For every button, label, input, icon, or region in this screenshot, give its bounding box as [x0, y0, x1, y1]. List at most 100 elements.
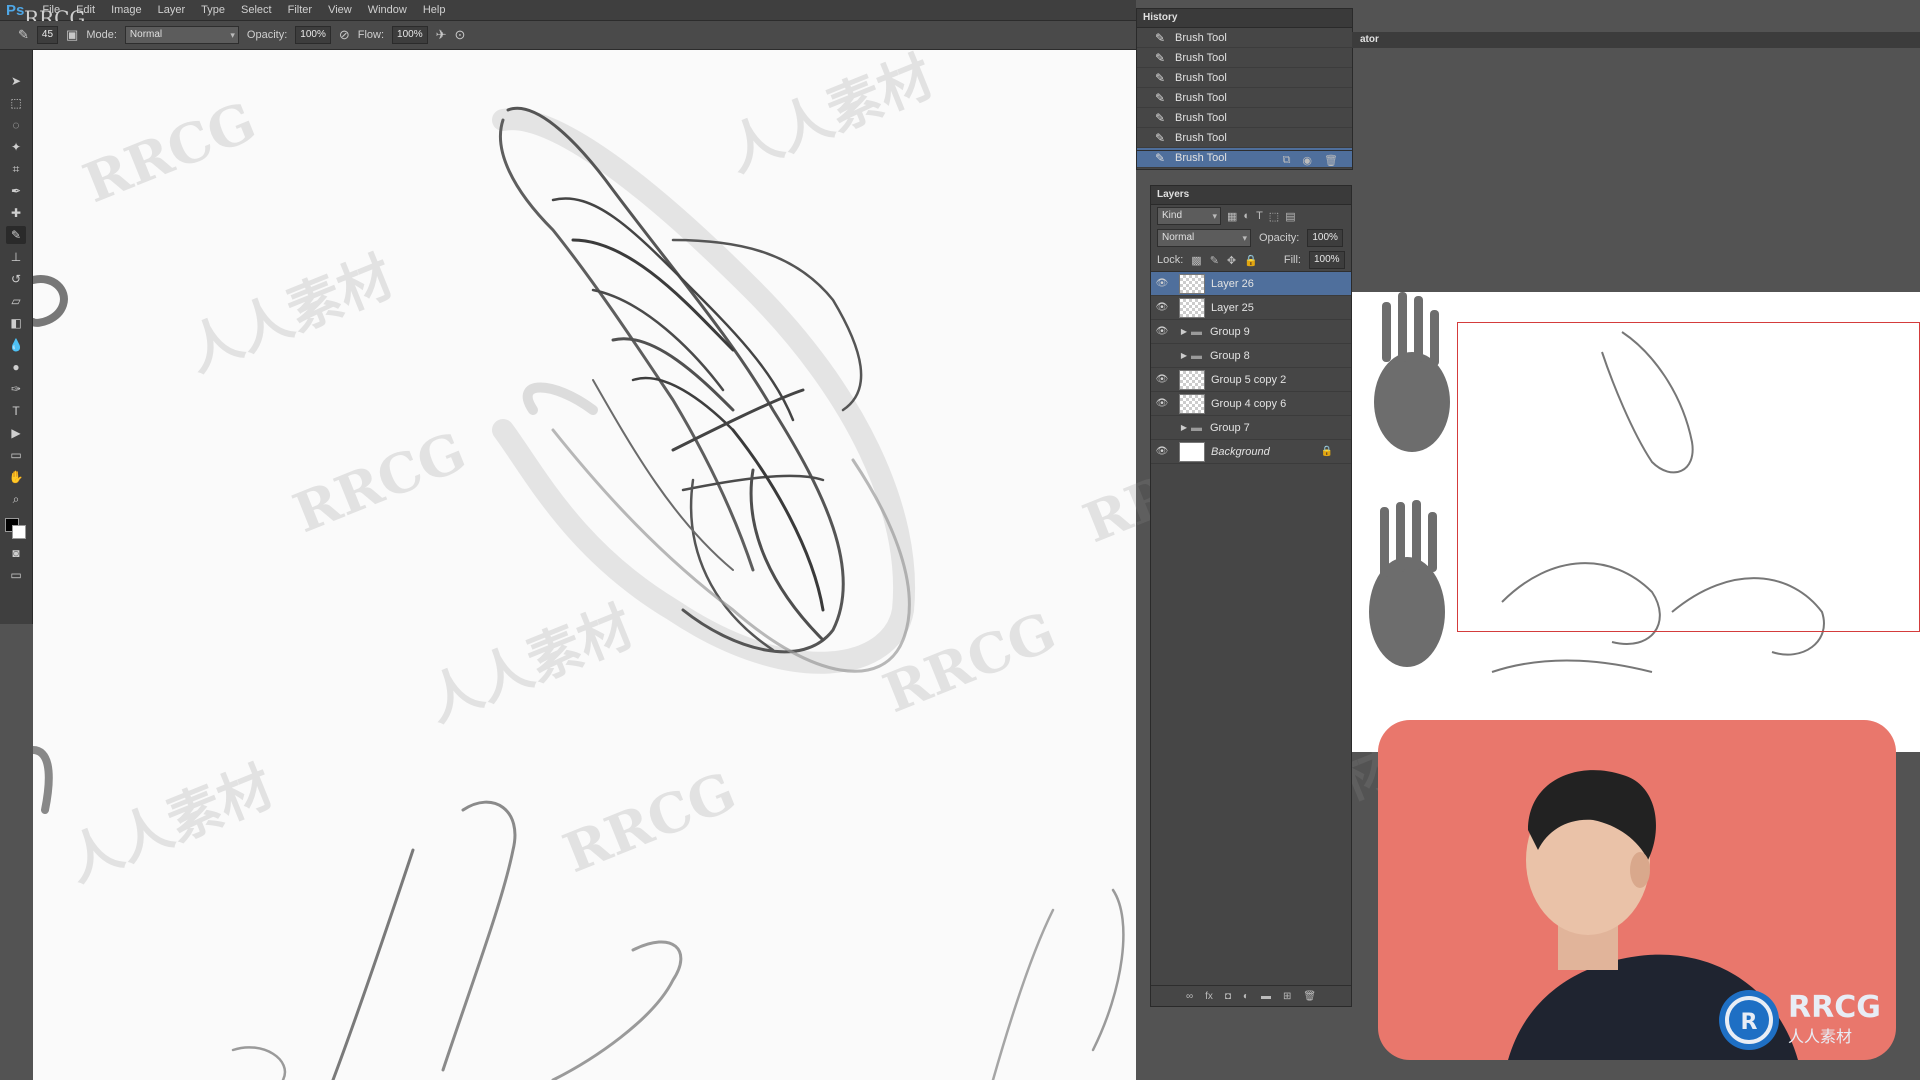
- menu-view[interactable]: View: [320, 4, 360, 16]
- layer-group-row[interactable]: 👁 ▶ ▬ Group 9: [1151, 320, 1351, 344]
- airbrush-icon[interactable]: ✈: [436, 27, 447, 43]
- menu-layer[interactable]: Layer: [150, 4, 194, 16]
- document-canvas[interactable]: [33, 50, 1136, 1080]
- layer-name[interactable]: Group 9: [1210, 326, 1250, 338]
- navigator-panel-title[interactable]: ator: [1352, 32, 1920, 48]
- menu-filter[interactable]: Filter: [280, 4, 320, 16]
- expand-arrow-icon[interactable]: ▶: [1177, 423, 1191, 432]
- background-color-swatch[interactable]: [12, 525, 26, 539]
- layer-group-row[interactable]: ▶ ▬ Group 8: [1151, 344, 1351, 368]
- lock-all-icon[interactable]: 🔒: [1244, 254, 1258, 267]
- new-snapshot-icon[interactable]: ◉: [1302, 154, 1312, 167]
- navigator-preview[interactable]: [1352, 292, 1920, 752]
- expand-arrow-icon[interactable]: ▶: [1177, 327, 1191, 336]
- menu-type[interactable]: Type: [193, 4, 233, 16]
- pressure-opacity-icon[interactable]: ⊘: [339, 27, 350, 43]
- new-document-from-state-icon[interactable]: ⧉: [1283, 154, 1291, 167]
- menu-image[interactable]: Image: [103, 4, 150, 16]
- dodge-tool-icon[interactable]: ●: [6, 358, 26, 376]
- layer-name[interactable]: Layer 25: [1211, 302, 1254, 314]
- adjustment-layer-icon[interactable]: ◐: [1243, 991, 1249, 1002]
- history-brush-tool-icon[interactable]: ↺: [6, 270, 26, 288]
- layer-kind-filter[interactable]: Kind: [1157, 207, 1221, 225]
- type-filter-icon[interactable]: T: [1256, 210, 1263, 222]
- menu-select[interactable]: Select: [233, 4, 280, 16]
- eraser-tool-icon[interactable]: ▱: [6, 292, 26, 310]
- layer-row[interactable]: 👁 Group 5 copy 2: [1151, 368, 1351, 392]
- lock-transparent-icon[interactable]: ▩: [1191, 254, 1201, 267]
- layer-name[interactable]: Group 4 copy 6: [1211, 398, 1286, 410]
- lock-position-icon[interactable]: ✥: [1227, 254, 1236, 267]
- link-layers-icon[interactable]: ∞: [1186, 991, 1193, 1002]
- type-tool-icon[interactable]: T: [6, 402, 26, 420]
- layer-name[interactable]: Group 8: [1210, 350, 1250, 362]
- menu-help[interactable]: Help: [415, 4, 454, 16]
- pixel-filter-icon[interactable]: ▦: [1227, 210, 1237, 223]
- path-selection-tool-icon[interactable]: ▶: [6, 424, 26, 442]
- fill-field[interactable]: 100%: [1308, 251, 1345, 269]
- crop-tool-icon[interactable]: ⌗: [6, 160, 26, 178]
- add-mask-icon[interactable]: ◘: [1225, 991, 1231, 1002]
- hand-tool-icon[interactable]: ✋: [6, 468, 26, 486]
- zoom-tool-icon[interactable]: ⌕: [6, 490, 26, 508]
- layer-group-row[interactable]: ▶ ▬ Group 7: [1151, 416, 1351, 440]
- layer-name[interactable]: Group 7: [1210, 422, 1250, 434]
- gradient-tool-icon[interactable]: ◧: [6, 314, 26, 332]
- layer-row[interactable]: 👁 Layer 26: [1151, 272, 1351, 296]
- layer-name[interactable]: Background: [1211, 446, 1270, 458]
- new-layer-icon[interactable]: ⊞: [1283, 991, 1291, 1002]
- pressure-size-icon[interactable]: ⊙: [455, 27, 466, 43]
- fx-icon[interactable]: fx: [1205, 991, 1213, 1002]
- history-item[interactable]: ✎ Brush Tool: [1137, 88, 1352, 108]
- background-layer-row[interactable]: 👁 Background 🔒: [1151, 440, 1351, 464]
- layer-name[interactable]: Group 5 copy 2: [1211, 374, 1286, 386]
- mode-dropdown[interactable]: Normal: [124, 26, 239, 44]
- navigator-view-box[interactable]: [1457, 322, 1920, 632]
- visibility-eye-icon[interactable]: 👁: [1151, 326, 1173, 337]
- trash-icon[interactable]: 🗑: [1303, 991, 1316, 1002]
- layer-row[interactable]: 👁 Group 4 copy 6: [1151, 392, 1351, 416]
- history-item[interactable]: ✎ Brush Tool: [1137, 128, 1352, 148]
- layers-panel-title[interactable]: Layers: [1151, 186, 1351, 205]
- lasso-tool-icon[interactable]: ◌: [6, 116, 26, 134]
- new-group-icon[interactable]: ▬: [1261, 991, 1271, 1002]
- flow-field[interactable]: 100%: [392, 26, 428, 44]
- screen-mode-icon[interactable]: ▭: [6, 566, 26, 584]
- pen-tool-icon[interactable]: ✑: [6, 380, 26, 398]
- menu-window[interactable]: Window: [360, 4, 415, 16]
- visibility-eye-icon[interactable]: 👁: [1151, 374, 1173, 385]
- clone-stamp-tool-icon[interactable]: ⊥: [6, 248, 26, 266]
- visibility-eye-icon[interactable]: 👁: [1151, 446, 1173, 457]
- blur-tool-icon[interactable]: 💧: [6, 336, 26, 354]
- layer-opacity-field[interactable]: 100%: [1307, 229, 1343, 247]
- adjustment-filter-icon[interactable]: ◐: [1243, 210, 1250, 222]
- layer-name[interactable]: Layer 26: [1211, 278, 1254, 290]
- move-tool-icon[interactable]: ➤: [6, 72, 26, 90]
- magic-wand-tool-icon[interactable]: ✦: [6, 138, 26, 156]
- history-item[interactable]: ✎ Brush Tool: [1137, 48, 1352, 68]
- visibility-eye-icon[interactable]: 👁: [1151, 398, 1173, 409]
- history-panel-title[interactable]: History: [1137, 9, 1352, 28]
- visibility-eye-icon[interactable]: 👁: [1151, 302, 1173, 313]
- color-swatches[interactable]: [5, 518, 27, 540]
- marquee-tool-icon[interactable]: ⬚: [6, 94, 26, 112]
- history-item[interactable]: ✎ Brush Tool: [1137, 68, 1352, 88]
- blend-mode-dropdown[interactable]: Normal: [1157, 229, 1251, 247]
- eyedropper-tool-icon[interactable]: ✒: [6, 182, 26, 200]
- quick-mask-icon[interactable]: ◙: [6, 544, 26, 562]
- shape-filter-icon[interactable]: ⬚: [1269, 210, 1279, 223]
- healing-brush-tool-icon[interactable]: ✚: [6, 204, 26, 222]
- brush-preset-icon[interactable]: ✎: [18, 27, 29, 43]
- brush-panel-toggle-icon[interactable]: ▣: [66, 27, 78, 43]
- expand-arrow-icon[interactable]: ▶: [1177, 351, 1191, 360]
- opacity-field[interactable]: 100%: [295, 26, 331, 44]
- smart-object-filter-icon[interactable]: ▤: [1285, 210, 1295, 223]
- lock-pixels-icon[interactable]: ✎: [1210, 254, 1219, 267]
- rectangle-tool-icon[interactable]: ▭: [6, 446, 26, 464]
- visibility-eye-icon[interactable]: 👁: [1151, 278, 1173, 289]
- brush-size-field[interactable]: 45: [36, 26, 59, 44]
- trash-icon[interactable]: 🗑: [1324, 154, 1338, 167]
- history-item[interactable]: ✎ Brush Tool: [1137, 108, 1352, 128]
- history-item[interactable]: ✎ Brush Tool: [1137, 28, 1352, 48]
- layer-row[interactable]: 👁 Layer 25: [1151, 296, 1351, 320]
